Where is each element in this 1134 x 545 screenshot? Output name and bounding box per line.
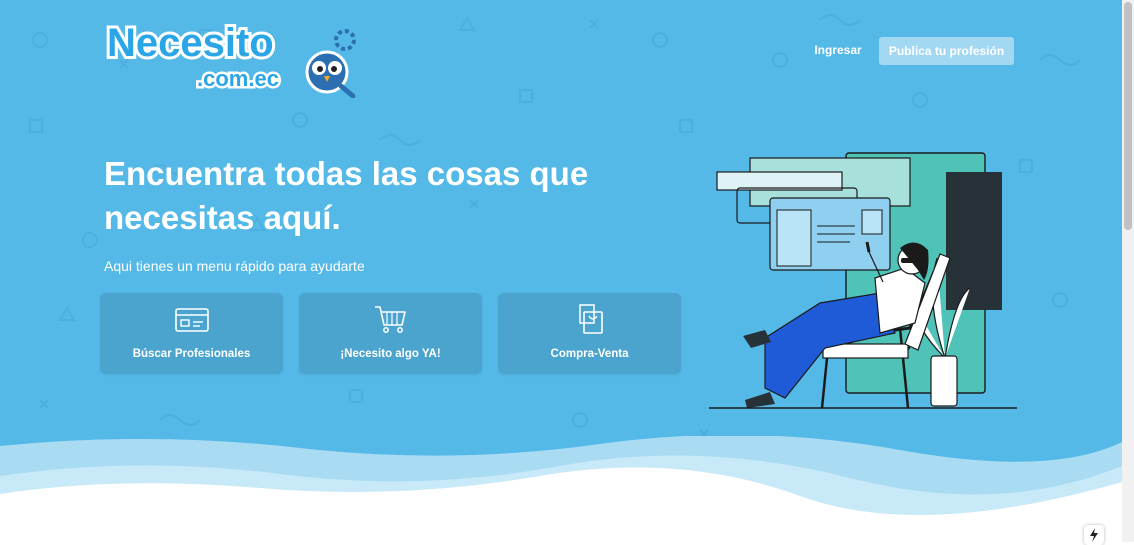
publish-profession-button[interactable]: Publica tu profesión (879, 37, 1014, 65)
need-something-now-card[interactable]: ¡Necesito algo YA! (299, 293, 482, 374)
login-link[interactable]: Ingresar (805, 37, 871, 63)
owl-mascot-icon (305, 29, 356, 99)
hero-subtitle: Aqui tienes un menu rápido para ayudarte (104, 258, 365, 274)
card-label: ¡Necesito algo YA! (340, 348, 441, 360)
lightning-bolt-icon[interactable] (1084, 525, 1104, 545)
buy-sell-card[interactable]: Compra-Venta (498, 293, 681, 374)
shopping-cart-icon (374, 306, 406, 333)
card-label: Búscar Profesionales (132, 348, 251, 360)
logo-text: Necesito (107, 21, 274, 65)
logo-graphic: Necesito .com.ec (104, 18, 356, 99)
person-relaxing-illustration (709, 152, 1017, 409)
page-title: Encuentra todas las cosas que necesitas … (104, 155, 589, 236)
vertical-scrollbar[interactable] (1122, 0, 1134, 542)
card-label: Compra-Venta (550, 348, 629, 360)
scrollbar-thumb[interactable] (1124, 2, 1132, 230)
site-logo[interactable]: Necesito .com.ec (104, 14, 360, 99)
wave-divider (0, 436, 1122, 542)
id-card-icon (174, 308, 209, 332)
search-professionals-card[interactable]: Búscar Profesionales (100, 293, 283, 374)
bolt-glyph (1090, 528, 1098, 542)
shopping-bag-icon (578, 304, 603, 334)
logo-domain: .com.ec (197, 66, 279, 91)
hero-section: Necesito .com.ec Ingresar Publica tu pro… (0, 0, 1122, 542)
